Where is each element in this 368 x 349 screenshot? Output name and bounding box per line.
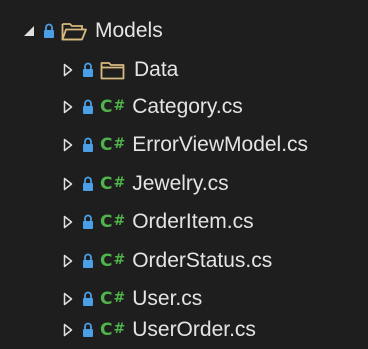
collapsed-triangle-icon[interactable] — [61, 252, 75, 270]
lock-icon — [81, 136, 95, 154]
tree-item-label: OrderStatus.cs — [132, 249, 273, 272]
tree-item-label: Category.cs — [132, 95, 243, 118]
csharp-file-icon: C # — [100, 174, 126, 194]
tree-item-file[interactable]: C # OrderItem.cs — [0, 203, 368, 241]
tree-item-data-folder[interactable]: Data — [0, 51, 368, 89]
lock-icon — [81, 290, 95, 308]
collapsed-triangle-icon[interactable] — [61, 136, 75, 154]
collapsed-triangle-icon[interactable] — [61, 321, 75, 339]
csharp-file-icon: C # — [100, 289, 126, 309]
collapsed-triangle-icon[interactable] — [61, 98, 75, 116]
tree-item-label: Data — [134, 58, 179, 81]
expanded-triangle-icon[interactable] — [22, 22, 36, 40]
tree-item-file[interactable]: C # ErrorViewModel.cs — [0, 126, 368, 164]
tree-item-models[interactable]: Models — [0, 12, 368, 50]
tree-item-label: ErrorViewModel.cs — [132, 133, 309, 156]
lock-icon — [81, 175, 95, 193]
tree-item-label: User.cs — [132, 287, 203, 310]
lock-icon — [81, 98, 95, 116]
collapsed-triangle-icon[interactable] — [61, 175, 75, 193]
folder-icon — [100, 60, 126, 80]
csharp-file-icon: C # — [100, 97, 126, 117]
lock-icon — [81, 213, 95, 231]
csharp-file-icon: C # — [100, 320, 126, 340]
tree-item-label: Jewelry.cs — [132, 172, 229, 195]
lock-icon — [42, 22, 56, 40]
tree-item-file[interactable]: C # OrderStatus.cs — [0, 242, 368, 280]
collapsed-triangle-icon[interactable] — [61, 61, 75, 79]
tree-item-file[interactable]: C # Jewelry.cs — [0, 165, 368, 203]
tree-item-label: UserOrder.cs — [132, 318, 256, 341]
csharp-file-icon: C # — [100, 135, 126, 155]
tree-item-label: OrderItem.cs — [132, 210, 254, 233]
lock-icon — [81, 321, 95, 339]
tree-item-file[interactable]: C # Category.cs — [0, 88, 368, 126]
lock-icon — [81, 252, 95, 270]
lock-icon — [81, 61, 95, 79]
csharp-file-icon: C # — [100, 212, 126, 232]
solution-explorer-tree: Models Data C # Category.cs C # ErrorVie… — [0, 0, 368, 349]
tree-item-label: Models — [95, 19, 163, 42]
csharp-file-icon: C # — [100, 251, 126, 271]
collapsed-triangle-icon[interactable] — [61, 213, 75, 231]
folder-open-icon — [61, 21, 87, 41]
collapsed-triangle-icon[interactable] — [61, 290, 75, 308]
tree-item-file[interactable]: C # UserOrder.cs — [0, 311, 368, 349]
